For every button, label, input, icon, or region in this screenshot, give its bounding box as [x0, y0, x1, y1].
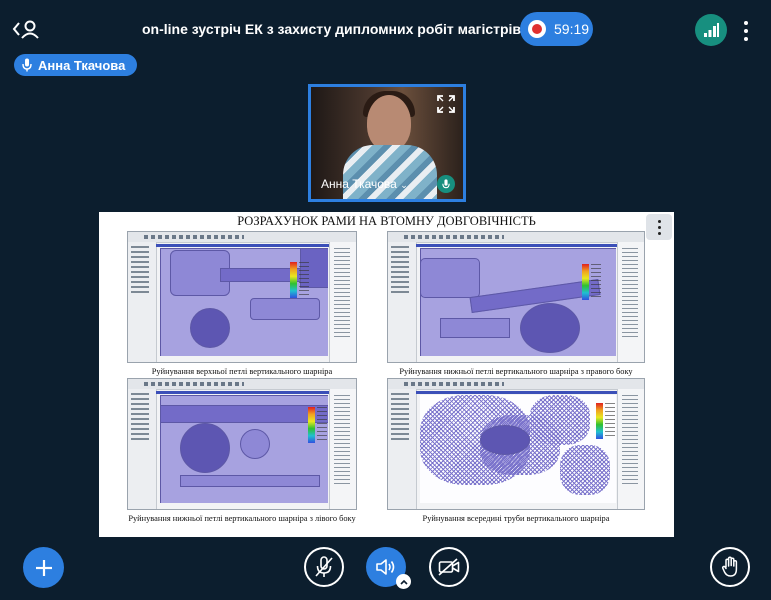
camera-toggle-button[interactable] — [429, 547, 469, 587]
actions-add-button[interactable] — [23, 547, 64, 588]
participant-video-tile[interactable]: Анна Ткачова ⌄ — [308, 84, 466, 202]
raise-hand-icon — [722, 556, 738, 577]
presenter-name: Анна Ткачова — [38, 57, 126, 73]
speaker-icon — [376, 559, 395, 575]
chevron-up-icon — [399, 579, 408, 585]
fea-screenshot — [387, 378, 645, 510]
connection-status-button[interactable] — [695, 14, 727, 46]
slide-menu-button[interactable] — [646, 214, 672, 240]
video-participant-name: Анна Ткачова ⌄ — [321, 177, 408, 191]
back-button[interactable] — [12, 16, 42, 42]
more-vertical-icon — [744, 21, 748, 41]
fea-screenshot — [127, 378, 357, 510]
figure-caption: Руйнування нижньої петлі вертикального ш… — [399, 367, 633, 376]
fullscreen-icon[interactable] — [437, 95, 455, 113]
shared-presentation-slide[interactable]: РОЗРАХУНОК РАМИ НА ВТОМНУ ДОВГОВІЧНІСТЬ … — [99, 212, 674, 537]
more-vertical-icon — [657, 219, 661, 235]
mute-microphone-button[interactable] — [304, 547, 344, 587]
figure-caption: Руйнування всередині труби вертикального… — [422, 514, 610, 523]
slide-figure-1: Руйнування верхньої петлі вертикального … — [127, 231, 357, 381]
audio-options-button[interactable] — [396, 574, 411, 589]
mic-icon — [22, 58, 32, 72]
mic-icon — [442, 178, 450, 188]
plus-icon — [35, 559, 52, 576]
timer-text: 59:19 — [554, 21, 590, 37]
presenter-tag[interactable]: Анна Ткачова — [14, 54, 138, 76]
camera-off-icon — [438, 558, 460, 576]
mic-muted-icon — [315, 556, 333, 577]
slide-figure-2: Руйнування нижньої петлі вертикального ш… — [387, 231, 645, 381]
slide-figure-4: Руйнування всередині труби вертикального… — [387, 378, 645, 528]
slide-figure-3: Руйнування нижньої петлі вертикального ш… — [127, 378, 357, 528]
connection-status-icon — [704, 23, 719, 37]
chevron-down-icon[interactable]: ⌄ — [400, 180, 408, 190]
figure-caption: Руйнування нижньої петлі вертикального ш… — [128, 514, 356, 523]
figure-caption: Руйнування верхньої петлі вертикального … — [151, 367, 333, 376]
raise-hand-button[interactable] — [710, 547, 750, 587]
meeting-title: on-line зустріч ЕК з захисту дипломних р… — [142, 21, 533, 37]
back-user-icon — [12, 20, 39, 39]
video-mic-indicator — [437, 175, 455, 193]
more-options-button[interactable] — [738, 18, 754, 44]
record-icon — [528, 20, 546, 38]
fea-screenshot — [127, 231, 357, 363]
recording-timer-button[interactable]: 59:19 — [520, 12, 593, 46]
slide-title: РОЗРАХУНОК РАМИ НА ВТОМНУ ДОВГОВІЧНІСТЬ — [237, 214, 536, 228]
fea-screenshot — [387, 231, 645, 363]
